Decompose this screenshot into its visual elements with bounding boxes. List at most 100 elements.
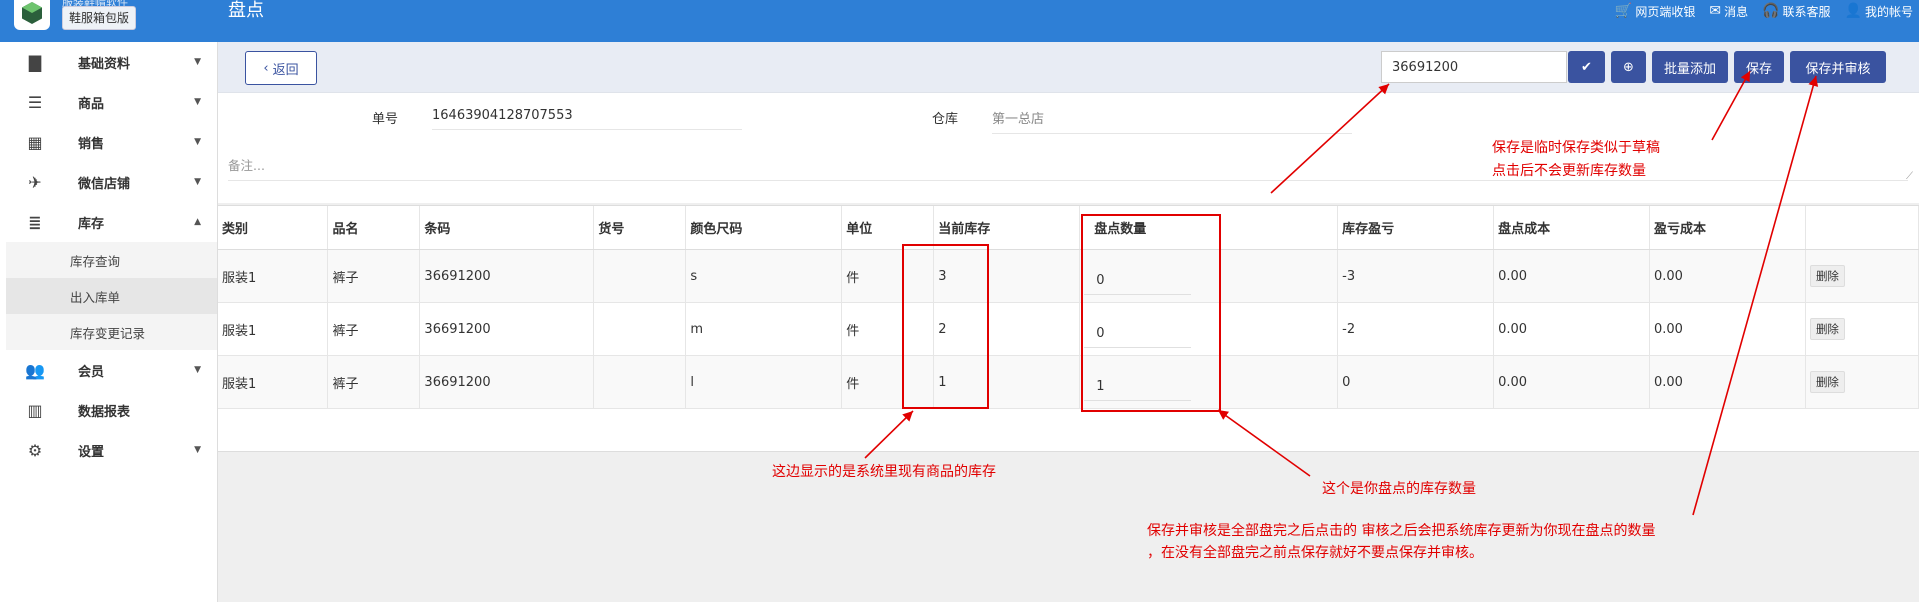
confirm-button[interactable]: ✔	[1568, 51, 1605, 83]
chevron-left-icon: ‹	[263, 60, 269, 76]
cell-color-size: m	[685, 302, 843, 356]
delete-row-button[interactable]: 删除	[1809, 318, 1845, 340]
cell-name: 裤子	[327, 302, 421, 356]
stock-highlight-box	[902, 244, 989, 409]
sidebar-item-products[interactable]: ☰ 商品 ▼	[6, 82, 217, 122]
order-no-field[interactable]: 16463904128707553	[432, 108, 742, 130]
cart-icon: 🛒	[1614, 3, 1633, 19]
cell-sku	[593, 355, 687, 409]
cell-sku	[593, 249, 687, 303]
header-unit: 单位	[841, 206, 935, 250]
save-note-line1: 保存是临时保存类似于草稿	[1492, 140, 1660, 156]
save-and-audit-button[interactable]: 保存并审核	[1790, 51, 1886, 83]
back-button[interactable]: ‹ 返回	[245, 51, 317, 85]
table-row: 服装1 裤子 36691200 s 件 3 0 -3 0.00 0.00 删除	[218, 249, 1919, 303]
page-title: 盘点	[228, 0, 264, 21]
header-count-cost: 盘点成本	[1493, 206, 1650, 250]
cell-actions: 删除	[1805, 355, 1919, 409]
sidebar-item-reports[interactable]: ▥ 数据报表	[6, 390, 217, 430]
cell-diff-cost: 0.00	[1649, 302, 1806, 356]
top-nav: 🛒 网页端收银 ✉ 消息 🎧 联系客服 👤 我的帐号	[1615, 0, 1913, 22]
top-nav-support[interactable]: 🎧 联系客服	[1762, 3, 1830, 20]
sidebar-item-sales[interactable]: ▦ 销售 ▼	[6, 122, 217, 162]
cell-diff-cost: 0.00	[1649, 355, 1806, 409]
table-row: 服装1 裤子 36691200 l 件 1 1 0 0.00 0.00 删除	[218, 355, 1919, 409]
user-icon: 👤	[1844, 3, 1862, 19]
count-highlight-box	[1081, 214, 1221, 412]
cell-barcode: 36691200	[419, 355, 595, 409]
cell-color-size: s	[685, 249, 843, 303]
caret-up-icon: ▲	[194, 217, 201, 227]
paper-plane-icon: ✈	[28, 172, 42, 192]
header-current-stock: 当前库存	[933, 206, 1081, 250]
sidebar: ▇ 基础资料 ▼ ☰ 商品 ▼ ▦ 销售 ▼ ✈ 微信店铺 ▼ ≣ 库存 ▲ 库…	[0, 42, 218, 602]
audit-note-line2: ，在没有全部盘完之前点保存就好不要点保存并审核。	[1147, 545, 1483, 561]
table-header-row: 类别 品名 条码 货号 颜色尺码 单位 当前库存 盘点数量 库存盈亏 盘点成本 …	[218, 206, 1919, 250]
cell-sku	[593, 302, 687, 356]
resize-handle-icon[interactable]: ⟋	[1906, 171, 1913, 182]
cell-stock-diff: 0	[1337, 355, 1495, 409]
document-icon: ▇	[28, 52, 42, 72]
delete-row-button[interactable]: 删除	[1809, 265, 1845, 287]
cell-count-cost: 0.00	[1493, 249, 1650, 303]
caret-down-icon: ▼	[194, 445, 201, 455]
top-nav-messages[interactable]: ✉ 消息	[1709, 3, 1748, 20]
cell-count-cost: 0.00	[1493, 355, 1650, 409]
list-icon: ☰	[27, 92, 43, 112]
main-content: ‹ 返回 ✔ ⊕ 批量添加 保存 保存并审核 单号 16463904128707…	[218, 42, 1919, 602]
count-note: 这个是你盘点的库存数量	[1322, 481, 1476, 497]
order-no-label: 单号	[372, 112, 399, 127]
header-category: 类别	[218, 206, 329, 250]
order-form: 单号 16463904128707553 仓库 第一总店 备注... ⟋	[218, 93, 1919, 203]
cell-actions: 删除	[1805, 249, 1919, 303]
cell-count-cost: 0.00	[1493, 302, 1650, 356]
sidebar-sub-io-orders[interactable]: 出入库单	[6, 278, 217, 314]
header-color-size: 颜色尺码	[685, 206, 843, 250]
top-nav-account[interactable]: 👤 我的帐号	[1845, 3, 1913, 20]
search-button[interactable]: ⊕	[1611, 51, 1646, 83]
zoom-in-icon: ⊕	[1623, 59, 1634, 75]
cell-category: 服装1	[218, 355, 329, 409]
sidebar-item-settings[interactable]: ⚙ 设置 ▼	[6, 430, 217, 470]
top-bar: 服装鞋帽软件 鞋服箱包版 盘点 🛒 网页端收银 ✉ 消息 🎧 联系客服 👤 我的帐号	[0, 0, 1919, 42]
warehouse-field[interactable]: 第一总店	[992, 108, 1352, 134]
stocktake-table: 类别 品名 条码 货号 颜色尺码 单位 当前库存 盘点数量 库存盈亏 盘点成本 …	[218, 205, 1919, 452]
sidebar-item-wechat-shop[interactable]: ✈ 微信店铺 ▼	[6, 162, 217, 202]
header-actions	[1805, 206, 1919, 250]
delete-row-button[interactable]: 删除	[1809, 371, 1845, 393]
header-sku: 货号	[593, 206, 687, 250]
sidebar-sub-stock-changes[interactable]: 库存变更记录	[6, 314, 217, 350]
caret-down-icon: ▼	[194, 365, 201, 375]
sidebar-sub-stock-query[interactable]: 库存查询	[6, 242, 217, 278]
sidebar-item-members[interactable]: 👥 会员 ▼	[6, 350, 217, 390]
cell-category: 服装1	[218, 302, 329, 356]
save-button[interactable]: 保存	[1734, 51, 1784, 83]
check-icon: ✔	[1581, 59, 1592, 75]
cell-stock-diff: -3	[1337, 249, 1495, 303]
barcode-scan-input[interactable]	[1381, 51, 1567, 83]
sidebar-item-inventory[interactable]: ≣ 库存 ▲	[6, 202, 217, 242]
stock-note: 这边显示的是系统里现有商品的库存	[772, 464, 996, 480]
cell-barcode: 36691200	[419, 249, 595, 303]
header-stock-diff: 库存盈亏	[1337, 206, 1495, 250]
cell-name: 裤子	[327, 355, 421, 409]
table-icon: ▦	[27, 132, 43, 152]
bar-chart-icon: ▥	[27, 400, 43, 420]
toolbar: ‹ 返回 ✔ ⊕ 批量添加 保存 保存并审核	[218, 42, 1919, 93]
remark-field[interactable]: 备注...	[228, 155, 265, 174]
table-row: 服装1 裤子 36691200 m 件 2 0 -2 0.00 0.00 删除	[218, 302, 1919, 356]
gear-icon: ⚙	[27, 440, 43, 460]
header-diff-cost: 盈亏成本	[1649, 206, 1806, 250]
envelope-icon: ✉	[1709, 3, 1722, 19]
sidebar-item-basic-data[interactable]: ▇ 基础资料 ▼	[6, 42, 217, 82]
batch-add-button[interactable]: 批量添加	[1652, 51, 1728, 83]
headset-icon: 🎧	[1762, 3, 1780, 19]
users-icon: 👥	[25, 360, 45, 380]
warehouse-label: 仓库	[932, 112, 959, 127]
cell-actions: 删除	[1805, 302, 1919, 356]
top-nav-pos[interactable]: 🛒 网页端收银	[1615, 3, 1695, 20]
save-note-line2: 点击后不会更新库存数量	[1492, 163, 1646, 179]
logo-icon	[14, 0, 50, 30]
cell-stock-diff: -2	[1337, 302, 1495, 356]
edition-badge: 鞋服箱包版	[62, 6, 137, 30]
